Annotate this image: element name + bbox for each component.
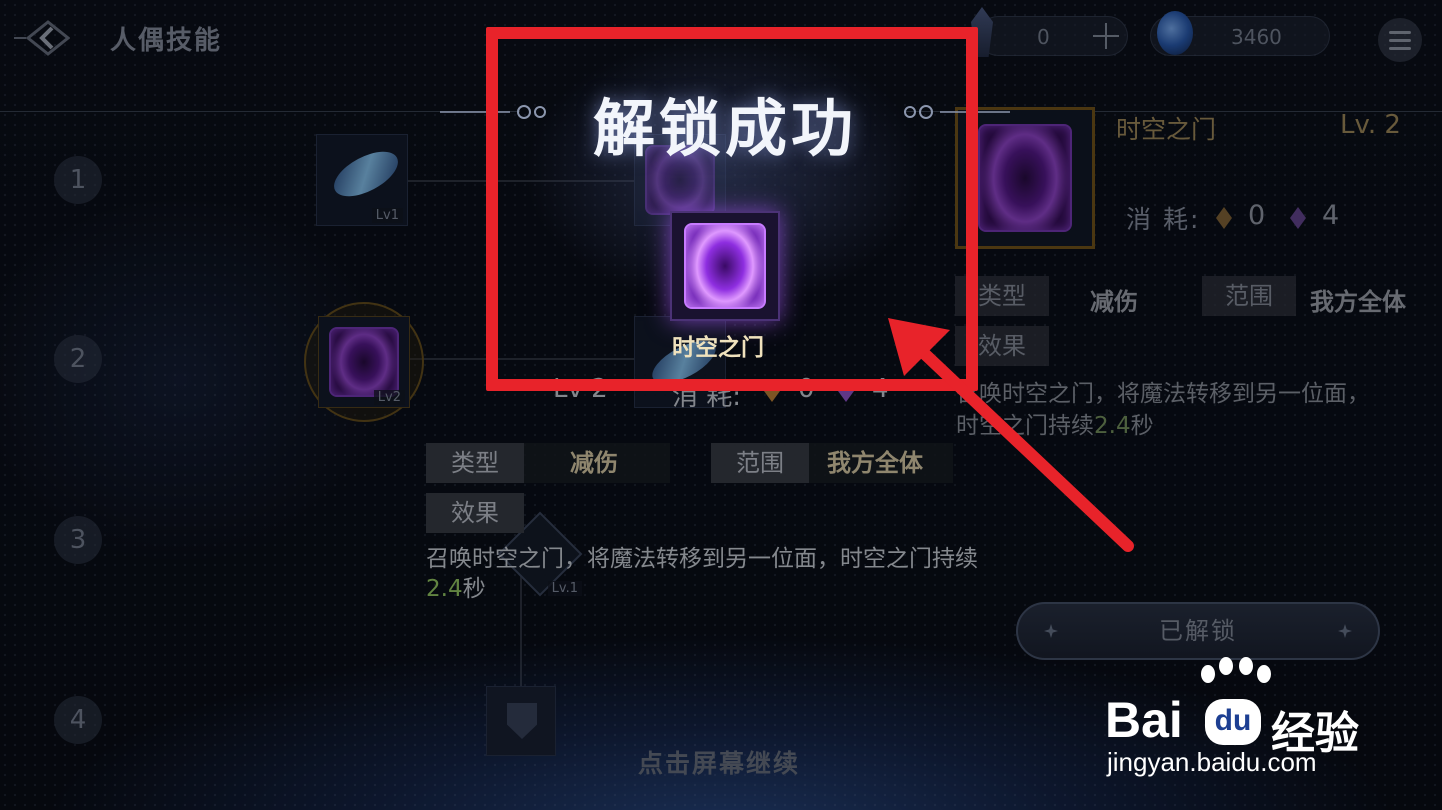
watermark-brand-bai: Bai <box>1105 692 1183 748</box>
baidu-jingyan-watermark: Bai du 经验 jingyan.baidu.com <box>1105 655 1395 785</box>
annotation-arrow-icon <box>888 318 1134 552</box>
watermark-url: jingyan.baidu.com <box>1107 747 1317 777</box>
game-screen[interactable]: 人偶技能 0 3460 1 2 3 4 Lv1 Lv2 Lv.1 Lv 2 消 … <box>0 0 1442 810</box>
watermark-brand-du: du <box>1205 699 1261 745</box>
